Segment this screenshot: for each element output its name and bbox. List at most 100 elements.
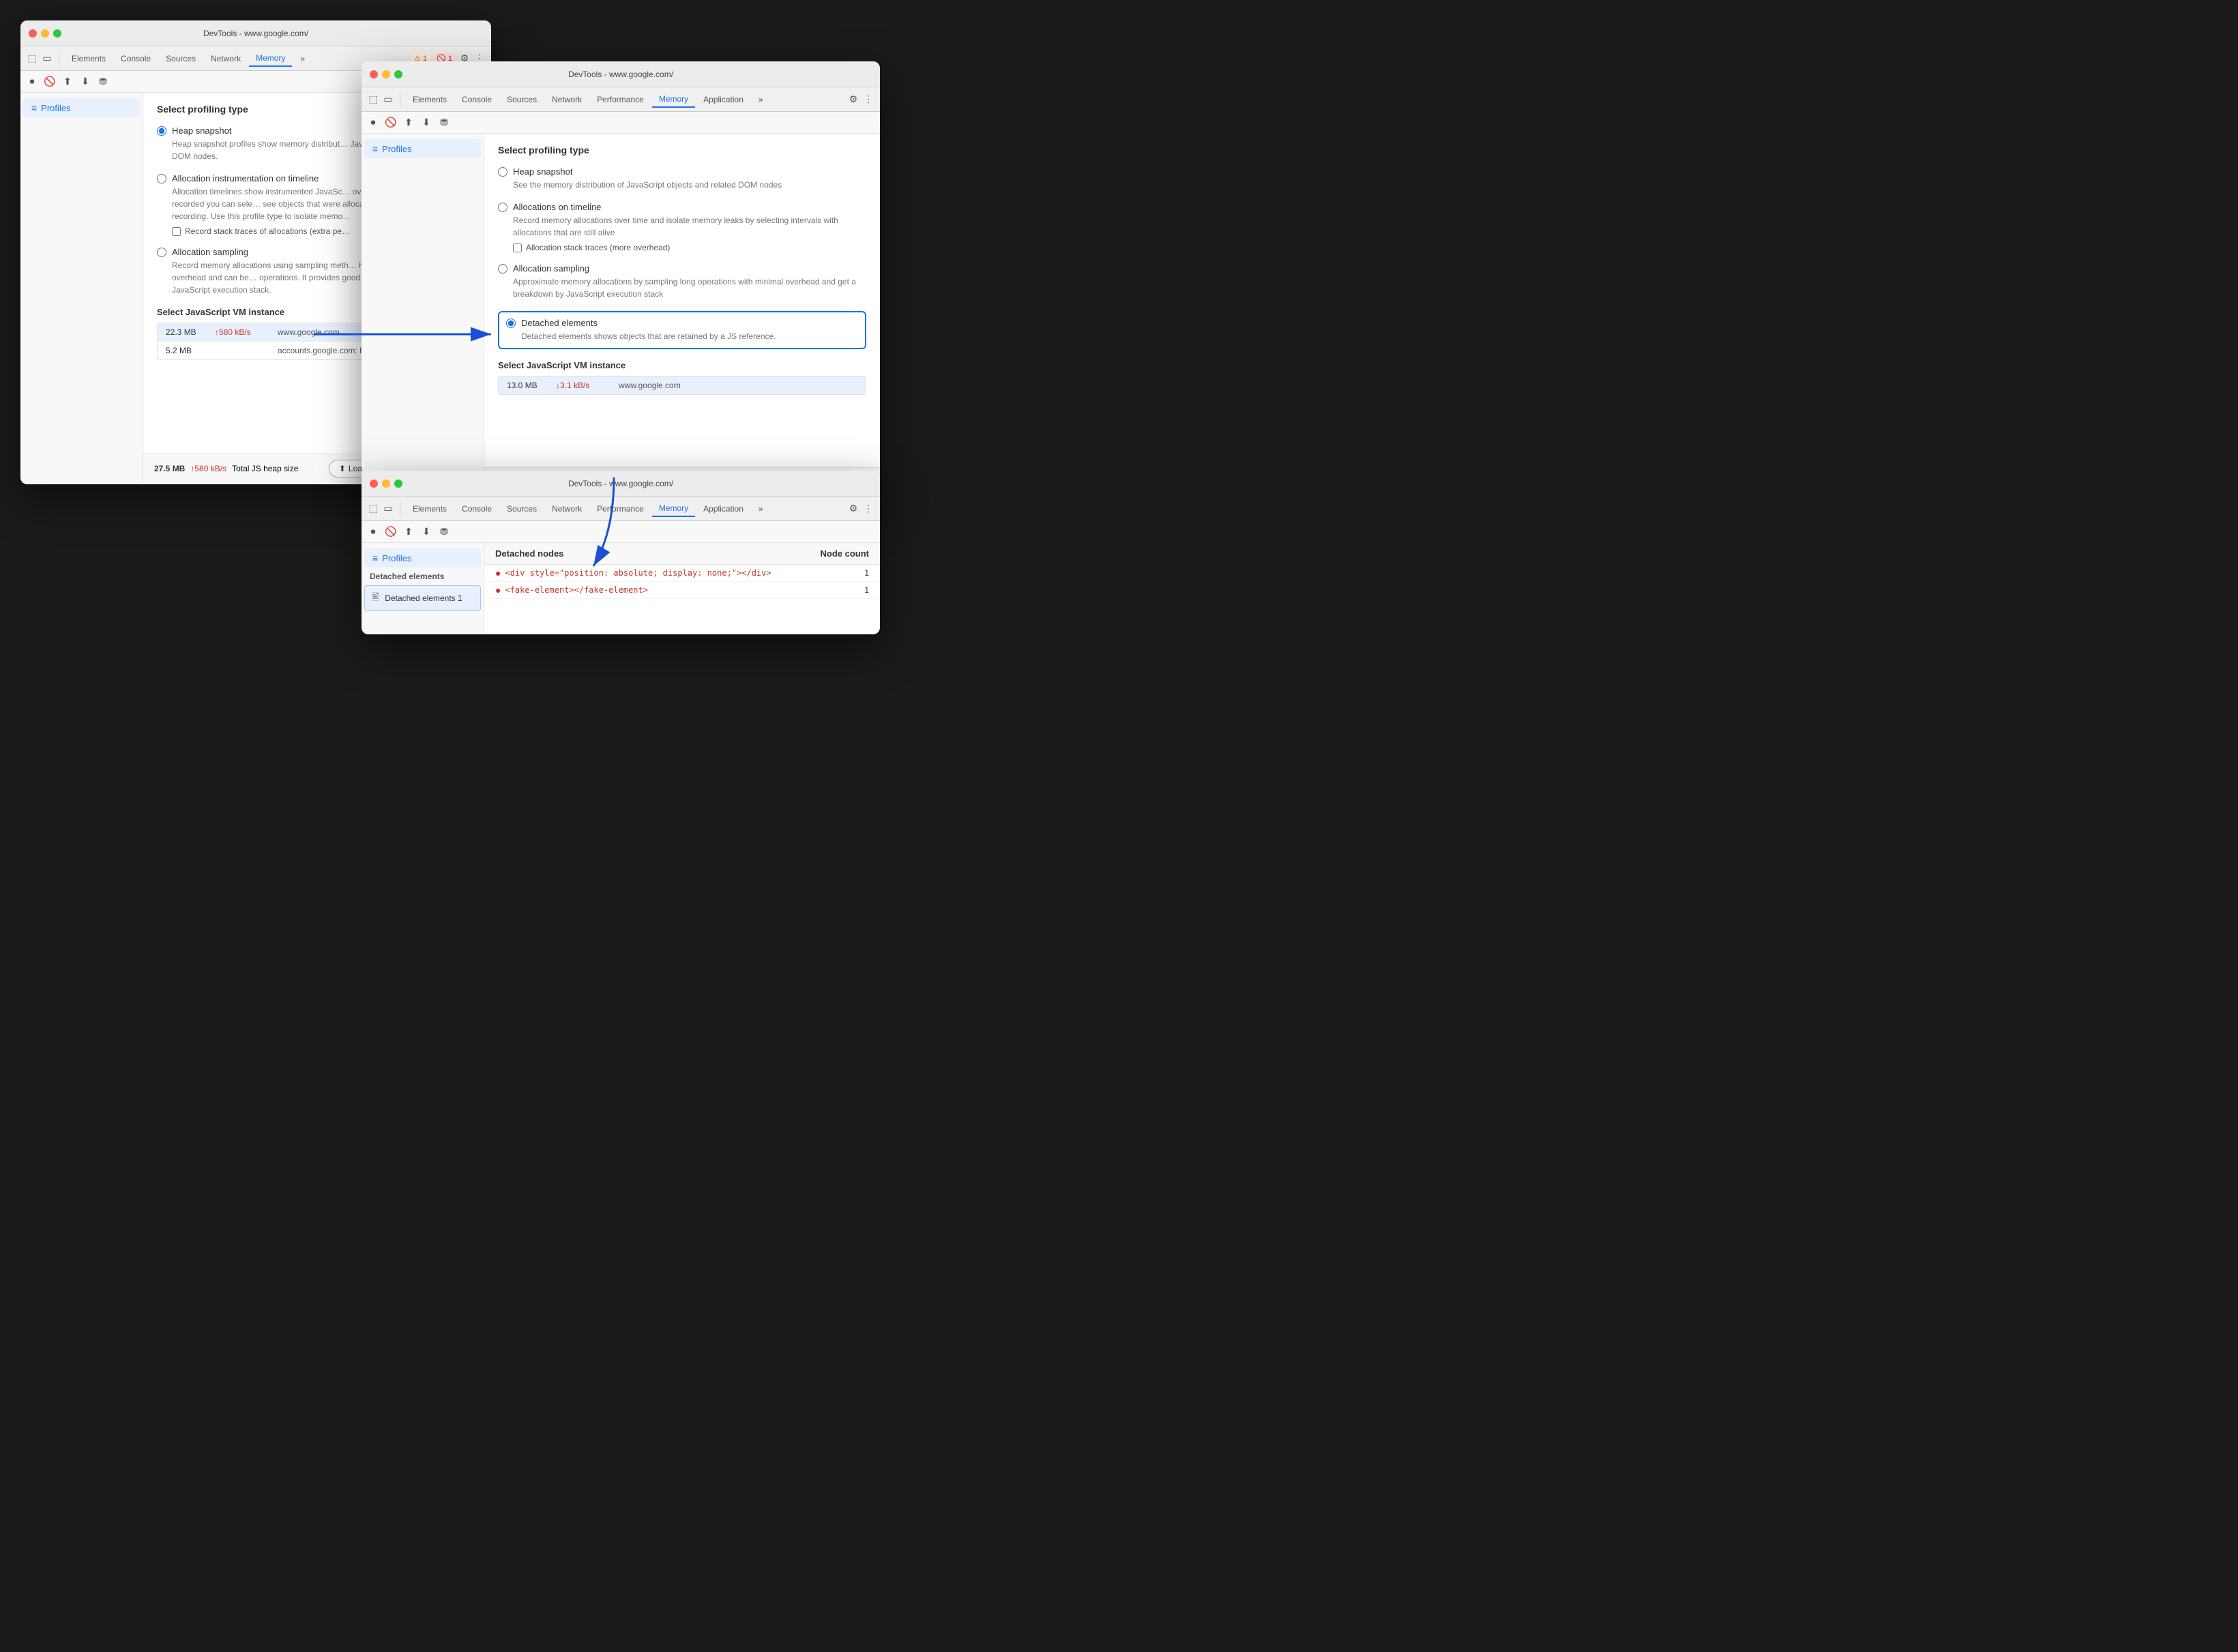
download-icon-2[interactable]: ⬇	[420, 117, 432, 129]
download-icon-3[interactable]: ⬇	[420, 526, 432, 538]
alloc-sampling-radio-1[interactable]	[157, 248, 166, 257]
vm-size-1-2: 5.2 MB	[166, 346, 207, 355]
record-icon-1[interactable]: ⏺	[26, 76, 38, 88]
heap-radio-2[interactable]	[498, 167, 507, 177]
collect-icon-2[interactable]: ⛃	[438, 117, 450, 129]
heap-option-2: Heap snapshot See the memory distributio…	[498, 166, 866, 191]
tab-elements-2[interactable]: Elements	[406, 92, 454, 107]
vm-row-2-1[interactable]: 13.0 MB ↓3.1 kB/s www.google.com	[499, 377, 866, 394]
more-icon-2[interactable]: ⋮	[862, 93, 874, 106]
upload-icon-2[interactable]: ⬆	[402, 117, 415, 129]
sidebar-2: ≡ Profiles	[362, 134, 484, 497]
tab-application-2[interactable]: Application	[696, 92, 750, 107]
vm-size-2-1: 13.0 MB	[507, 381, 548, 390]
detached-radio-2[interactable]	[506, 319, 516, 328]
upload-icon-1[interactable]: ⬆	[61, 76, 74, 88]
node-count-header: Node count	[821, 548, 870, 559]
stack-traces-checkbox-2[interactable]	[513, 244, 522, 252]
toolbar-right-3: ⚙ ⋮	[847, 503, 874, 515]
clear-icon-2[interactable]: 🚫	[385, 117, 397, 129]
settings-icon-3[interactable]: ⚙	[847, 503, 859, 515]
title-bar-2: DevTools - www.google.com/	[362, 61, 880, 87]
node-count-1: 1	[864, 568, 869, 578]
tab-elements-3[interactable]: Elements	[406, 501, 454, 516]
tab-network-3[interactable]: Network	[545, 501, 589, 516]
tab-sources-3[interactable]: Sources	[500, 501, 544, 516]
alloc-sampling-label-2[interactable]: Allocation sampling	[498, 263, 866, 274]
tab-console-1[interactable]: Console	[114, 51, 158, 66]
minimize-button-2[interactable]	[382, 70, 390, 78]
tab-network-2[interactable]: Network	[545, 92, 589, 107]
tab-network-1[interactable]: Network	[204, 51, 248, 66]
minimize-button[interactable]	[41, 29, 49, 38]
alloc-timeline-option-2: Allocations on timeline Record memory al…	[498, 202, 866, 252]
tab-application-3[interactable]: Application	[696, 501, 750, 516]
upload-icon-3[interactable]: ⬆	[402, 526, 415, 538]
traffic-lights-1	[29, 29, 61, 38]
alloc-sampling-text-1: Allocation sampling	[172, 247, 248, 257]
tab-performance-3[interactable]: Performance	[590, 501, 651, 516]
profile-item-icon-1: 🖹	[372, 590, 379, 606]
alloc-timeline-label-2[interactable]: Allocations on timeline	[498, 202, 866, 212]
alloc-timeline-desc-2: Record memory allocations over time and …	[513, 214, 866, 239]
close-button-3[interactable]	[370, 480, 378, 488]
profile-list-item-1[interactable]: 🖹 Detached elements 1	[364, 585, 481, 611]
maximize-button-2[interactable]	[394, 70, 402, 78]
tab-memory-3[interactable]: Memory	[652, 501, 695, 517]
device-icon-2[interactable]: ▭	[382, 93, 394, 106]
record-icon-2[interactable]: ⏺	[367, 117, 379, 129]
more-icon-3[interactable]: ⋮	[862, 503, 874, 515]
download-icon-1[interactable]: ⬇	[79, 76, 91, 88]
device-icon[interactable]: ▭	[41, 53, 53, 65]
maximize-button-3[interactable]	[394, 480, 402, 488]
sidebar-item-profiles-1[interactable]: ≡ Profiles	[23, 98, 140, 117]
node-count-2: 1	[864, 585, 869, 595]
window-title-2: DevTools - www.google.com/	[568, 70, 673, 79]
alloc-timeline-radio-1[interactable]	[157, 174, 166, 183]
settings-icon-2[interactable]: ⚙	[847, 93, 859, 106]
tab-performance-2[interactable]: Performance	[590, 92, 651, 107]
tab-sources-1[interactable]: Sources	[159, 51, 203, 66]
collect-icon-1[interactable]: ⛃	[97, 76, 109, 88]
stack-traces-label-2: Allocation stack traces (more overhead)	[526, 243, 670, 252]
alloc-sampling-radio-2[interactable]	[498, 264, 507, 274]
profiles-icon-2: ≡	[372, 143, 378, 154]
detached-row-1: ● <div style="position: absolute; displa…	[484, 565, 880, 582]
traffic-lights-2	[370, 70, 402, 78]
sidebar-item-profiles-3[interactable]: ≡ Profiles	[364, 548, 481, 567]
window-title-1: DevTools - www.google.com/	[203, 29, 308, 38]
close-button-2[interactable]	[370, 70, 378, 78]
collect-icon-3[interactable]: ⛃	[438, 526, 450, 538]
stack-traces-checkbox-1[interactable]	[172, 227, 181, 236]
minimize-button-3[interactable]	[382, 480, 390, 488]
close-button[interactable]	[29, 29, 37, 38]
devtools-window-2: DevTools - www.google.com/ ⬚ ▭ Elements …	[362, 61, 880, 498]
record-icon-3[interactable]: ⏺	[367, 526, 379, 538]
heap-radio-1[interactable]	[157, 126, 166, 136]
tab-more-1[interactable]: »	[293, 51, 312, 66]
inspect-icon-2[interactable]: ⬚	[367, 93, 379, 106]
tab-sources-2[interactable]: Sources	[500, 92, 544, 107]
maximize-button[interactable]	[53, 29, 61, 38]
alloc-checkbox-row-2: Allocation stack traces (more overhead)	[513, 243, 866, 252]
profile-item-label-1: Detached elements 1	[385, 593, 462, 603]
vm-rate-1-1: ↑580 kB/s	[215, 327, 269, 337]
inspect-icon[interactable]: ⬚	[26, 53, 38, 65]
heap-label-2[interactable]: Heap snapshot	[498, 166, 866, 177]
tab-more-2[interactable]: »	[752, 92, 770, 107]
tab-console-3[interactable]: Console	[455, 501, 499, 516]
device-icon-3[interactable]: ▭	[382, 503, 394, 515]
toolbar-right-2: ⚙ ⋮	[847, 93, 874, 106]
detached-label-2[interactable]: Detached elements	[506, 318, 858, 328]
tab-more-3[interactable]: »	[752, 501, 770, 516]
inspect-icon-3[interactable]: ⬚	[367, 503, 379, 515]
sidebar-item-profiles-2[interactable]: ≡ Profiles	[364, 139, 481, 158]
clear-icon-1[interactable]: 🚫	[44, 76, 56, 88]
tab-elements-1[interactable]: Elements	[65, 51, 113, 66]
alloc-timeline-radio-2[interactable]	[498, 203, 507, 212]
tab-console-2[interactable]: Console	[455, 92, 499, 107]
tab-memory-2[interactable]: Memory	[652, 91, 695, 108]
clear-icon-3[interactable]: 🚫	[385, 526, 397, 538]
tab-memory-1[interactable]: Memory	[249, 50, 292, 67]
detached-desc-2: Detached elements shows objects that are…	[521, 330, 858, 342]
